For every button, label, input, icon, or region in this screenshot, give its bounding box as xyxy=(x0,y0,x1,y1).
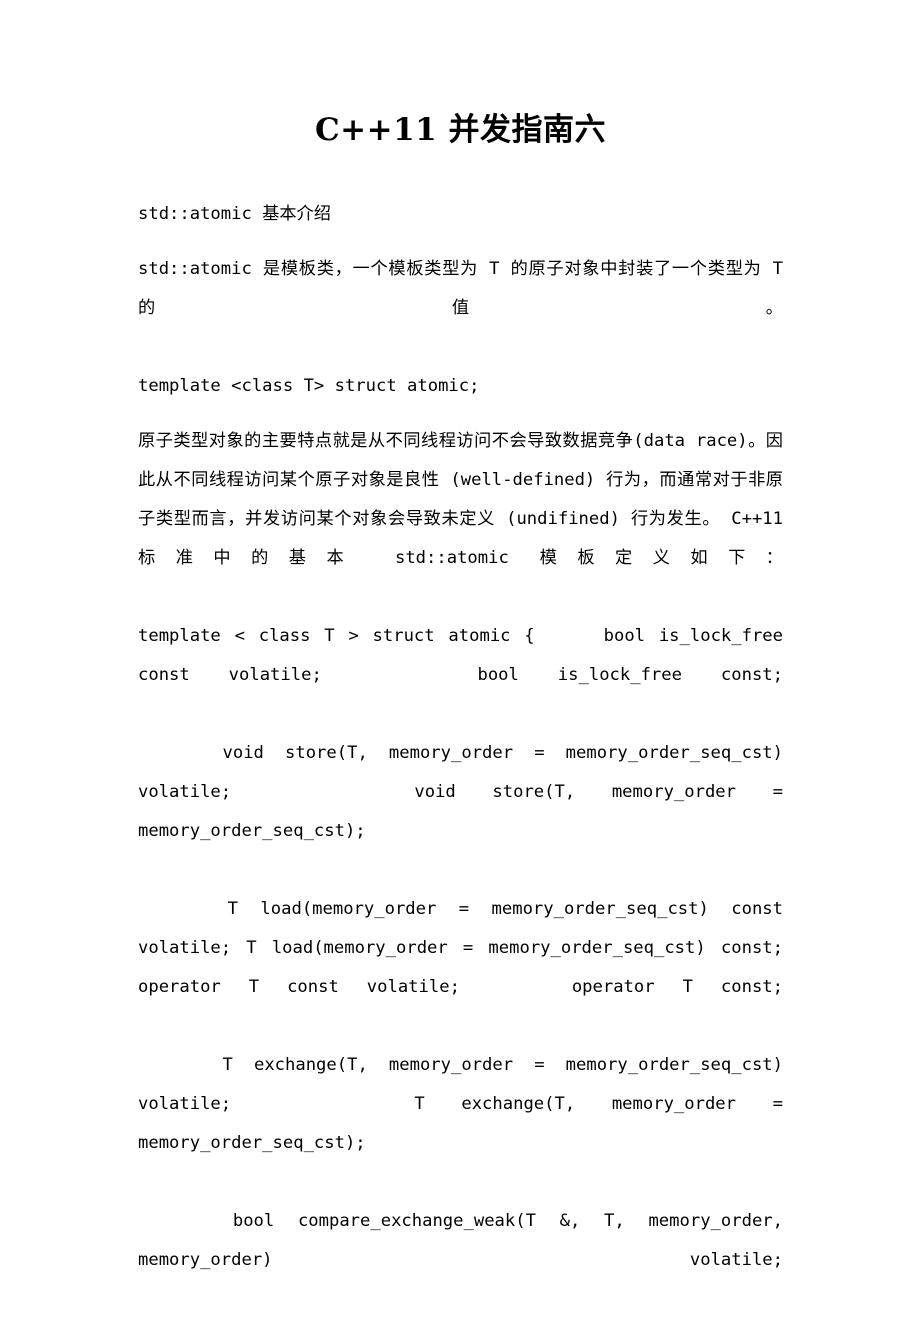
code-block-exchange: T exchange(T, memory_order = memory_orde… xyxy=(138,1055,794,1153)
paragraph-atomic-type-description: 原子类型对象的主要特点就是从不同线程访问不会导致数据竞争(data race)。… xyxy=(138,431,794,568)
paragraph-std-atomic-template-class: std::atomic 是模板类，一个模板类型为 T 的原子对象中封装了一个类型… xyxy=(138,259,794,318)
code-block-load-operator: T load(memory_order = memory_order_seq_c… xyxy=(138,899,825,997)
section-heading-std-atomic-intro: std::atomic 基本介绍 xyxy=(138,204,331,224)
code-block-is-lock-free: template < class T > struct atomic { boo… xyxy=(138,626,794,685)
code-block-compare-exchange-weak: bool compare_exchange_weak(T &, T, memor… xyxy=(138,1211,794,1270)
code-block-store: void store(T, memory_order = memory_orde… xyxy=(138,743,794,841)
document-page: C++11 并发指南六 std::atomic 基本介绍 std::atomic… xyxy=(0,0,920,1302)
page-title: C++11 并发指南六 xyxy=(314,112,607,148)
code-template-declaration: template <class T> struct atomic; xyxy=(138,376,480,396)
document-content: C++11 并发指南六 std::atomic 基本介绍 std::atomic… xyxy=(138,0,783,1319)
